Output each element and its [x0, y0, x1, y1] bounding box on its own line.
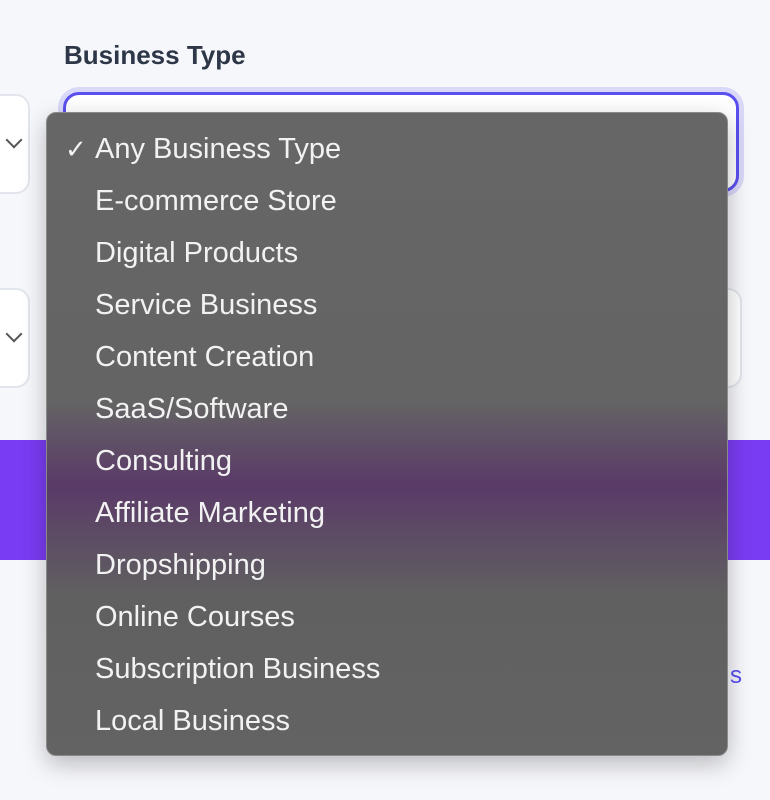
business-type-dropdown[interactable]: ✓ Any Business Type E-commerce Store Dig…: [46, 112, 728, 756]
option-online-courses[interactable]: Online Courses: [47, 591, 727, 643]
business-type-label: Business Type: [64, 40, 246, 70]
option-local-business[interactable]: Local Business: [47, 695, 727, 747]
option-label: Local Business: [95, 705, 291, 737]
option-saas-software[interactable]: SaaS/Software: [47, 383, 727, 435]
option-content-creation[interactable]: Content Creation: [47, 331, 727, 383]
option-label: E-commerce Store: [95, 185, 337, 217]
left-select-bottom[interactable]: [0, 288, 30, 388]
chevron-down-icon: [5, 325, 23, 343]
option-label: Online Courses: [95, 601, 295, 633]
option-label: Affiliate Marketing: [95, 497, 325, 529]
page: Business Type s ✓ Any Business Type E-co…: [0, 0, 770, 800]
option-dropshipping[interactable]: Dropshipping: [47, 539, 727, 591]
option-affiliate-marketing[interactable]: Affiliate Marketing: [47, 487, 727, 539]
option-label: Dropshipping: [95, 549, 266, 581]
option-ecommerce-store[interactable]: E-commerce Store: [47, 175, 727, 227]
left-select-top[interactable]: [0, 94, 30, 194]
option-label: Any Business Type: [95, 133, 342, 165]
option-any-business-type[interactable]: ✓ Any Business Type: [47, 123, 727, 175]
option-subscription-business[interactable]: Subscription Business: [47, 643, 727, 695]
option-label: Content Creation: [95, 341, 315, 373]
partial-link[interactable]: s: [730, 662, 742, 690]
option-label: Consulting: [95, 445, 233, 477]
option-digital-products[interactable]: Digital Products: [47, 227, 727, 279]
option-label: Service Business: [95, 289, 318, 321]
chevron-down-icon: [5, 131, 23, 149]
checkmark-icon: ✓: [65, 134, 87, 164]
option-consulting[interactable]: Consulting: [47, 435, 727, 487]
option-service-business[interactable]: Service Business: [47, 279, 727, 331]
option-label: Digital Products: [95, 237, 299, 269]
option-label: SaaS/Software: [95, 393, 289, 425]
option-label: Subscription Business: [95, 653, 381, 685]
